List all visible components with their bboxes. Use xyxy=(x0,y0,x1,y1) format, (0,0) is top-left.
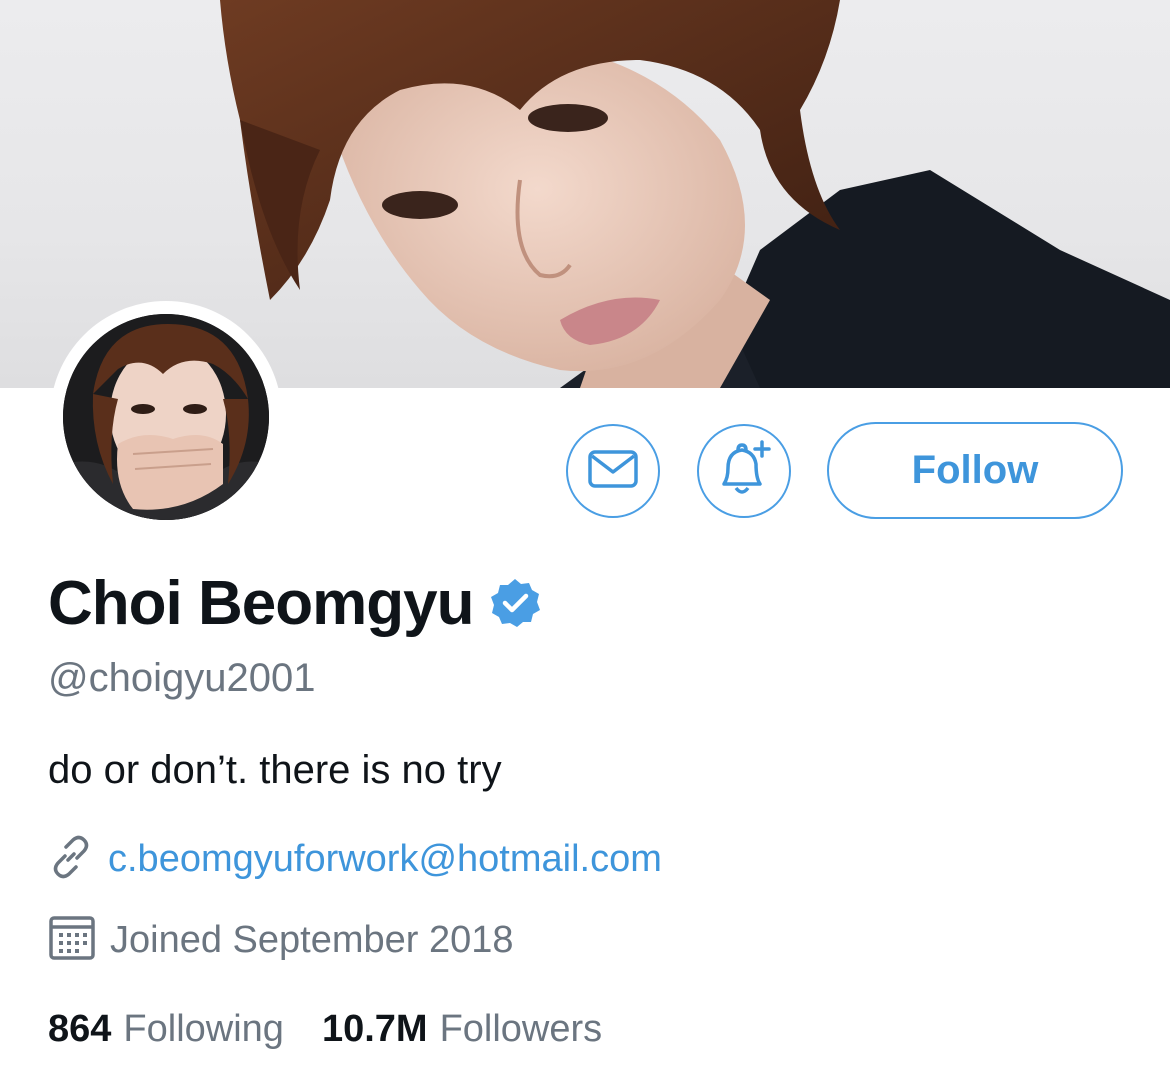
following-label: Following xyxy=(123,1008,284,1050)
website-row: c.beomgyuforwork@hotmail.com xyxy=(48,834,662,885)
calendar-icon xyxy=(48,914,96,967)
profile-avatar[interactable] xyxy=(50,301,282,533)
bell-plus-icon xyxy=(714,439,774,503)
follow-stats: 864 Following 10.7M Followers xyxy=(48,1008,602,1051)
joined-date: Joined September 2018 xyxy=(110,919,514,961)
follow-button[interactable]: Follow xyxy=(827,422,1123,519)
envelope-icon xyxy=(587,449,639,494)
link-icon xyxy=(48,834,94,885)
followers-stat[interactable]: 10.7M Followers xyxy=(322,1008,602,1051)
profile-handle: @choigyu2001 xyxy=(48,656,316,700)
following-stat[interactable]: 864 Following xyxy=(48,1008,284,1051)
followers-label: Followers xyxy=(439,1008,603,1050)
joined-row: Joined September 2018 xyxy=(48,914,514,967)
notifications-button[interactable] xyxy=(697,424,791,518)
avatar-photo xyxy=(63,314,269,520)
message-button[interactable] xyxy=(566,424,660,518)
website-link[interactable]: c.beomgyuforwork@hotmail.com xyxy=(108,838,662,881)
verified-badge-icon xyxy=(489,577,541,634)
display-name: Choi Beomgyu xyxy=(48,569,474,638)
name-row: Choi Beomgyu xyxy=(48,568,541,639)
profile-bio: do or don’t. there is no try xyxy=(48,748,502,792)
following-count: 864 xyxy=(48,1008,112,1050)
followers-count: 10.7M xyxy=(321,1008,428,1050)
